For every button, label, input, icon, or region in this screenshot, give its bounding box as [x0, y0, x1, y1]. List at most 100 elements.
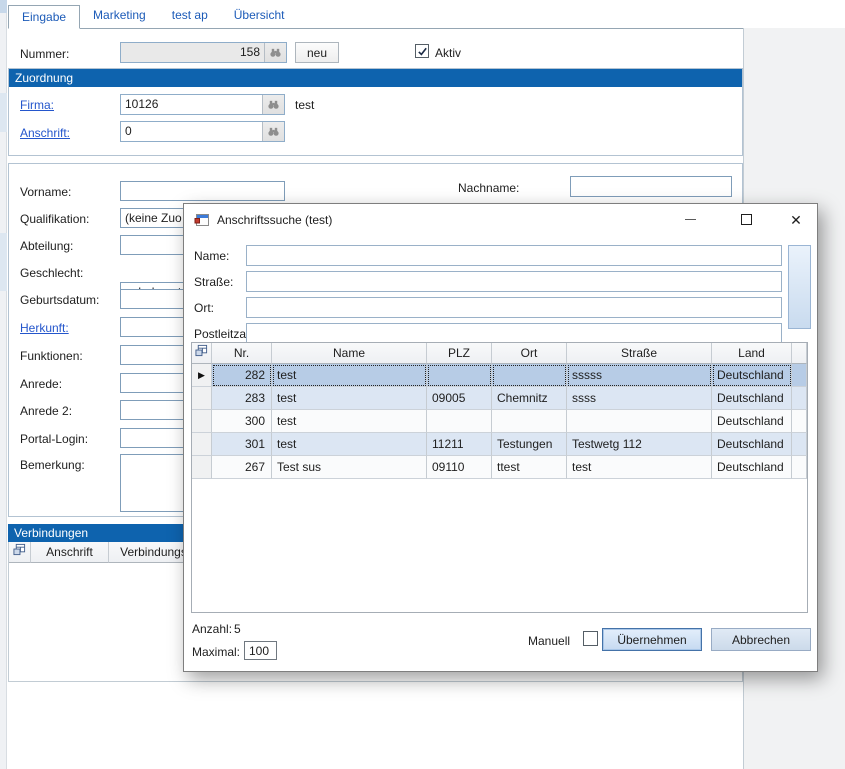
grid-col-filler[interactable] [792, 343, 807, 364]
uebernehmen-button[interactable]: Übernehmen [602, 628, 702, 651]
grid-cell[interactable] [792, 410, 807, 433]
aktiv-checkbox[interactable] [415, 44, 429, 58]
minimize-button[interactable] [679, 210, 701, 229]
table-row[interactable]: 283test09005ChemnitzssssDeutschland [192, 387, 807, 410]
row-selector[interactable]: ▶ [192, 364, 212, 387]
search-scroll-button[interactable] [788, 245, 811, 329]
grid-customize-icon[interactable] [9, 542, 31, 563]
grid-cell[interactable] [792, 387, 807, 410]
grid-cell[interactable]: Deutschland [712, 364, 792, 387]
docked-panel-strip[interactable] [0, 0, 7, 769]
grid-cell[interactable] [567, 410, 712, 433]
grid-cell[interactable]: test [272, 364, 427, 387]
manuell-checkbox[interactable] [583, 631, 598, 646]
grid-cell[interactable]: ttest [492, 456, 567, 479]
firma-value: 10126 [121, 95, 262, 114]
table-row[interactable]: 301test11211TestungenTestwetg 112Deutsch… [192, 433, 807, 456]
grid-cell[interactable]: test [272, 410, 427, 433]
nummer-field[interactable]: 158 [120, 42, 287, 63]
row-selector[interactable] [192, 456, 212, 479]
anschrift-field[interactable]: 0 [120, 121, 285, 142]
grid-cell[interactable] [492, 410, 567, 433]
grid-cell[interactable] [427, 364, 492, 387]
tab-übersicht[interactable]: Übersicht [221, 4, 298, 28]
grid-cell[interactable]: 09005 [427, 387, 492, 410]
dialog-input-name[interactable] [246, 245, 782, 266]
field-label-herkunft[interactable]: Herkunft: [20, 321, 69, 335]
grid-cell[interactable] [427, 410, 492, 433]
tab-marketing[interactable]: Marketing [80, 4, 159, 28]
grid-cell[interactable]: 09110 [427, 456, 492, 479]
grid-cell[interactable]: 300 [212, 410, 272, 433]
grid-col-plz[interactable]: PLZ [427, 343, 492, 364]
maximize-button[interactable] [735, 210, 757, 229]
grid-cell[interactable]: sssss [567, 364, 712, 387]
neu-button[interactable]: neu [295, 42, 339, 63]
binoculars-icon[interactable] [262, 122, 284, 141]
grid-cell[interactable]: Deutschland [712, 410, 792, 433]
dialog-input-postleitzahl[interactable] [246, 323, 782, 344]
grid-cell[interactable]: Deutschland [712, 456, 792, 479]
firma-name-text: test [295, 98, 314, 112]
field-input-vorname[interactable] [120, 181, 285, 201]
maximal-input[interactable] [244, 641, 277, 660]
firma-field[interactable]: 10126 [120, 94, 285, 115]
maximal-label: Maximal: [192, 645, 240, 659]
row-selector[interactable] [192, 387, 212, 410]
anzahl-value: 5 [234, 622, 241, 636]
grid-col-nr[interactable]: Nr. [212, 343, 272, 364]
table-row[interactable]: 267Test sus09110ttesttestDeutschland [192, 456, 807, 479]
firma-link[interactable]: Firma: [20, 98, 54, 112]
field-label-funktionen: Funktionen: [20, 349, 83, 363]
field-label-anrede: Anrede: [20, 377, 62, 391]
anschrift-link[interactable]: Anschrift: [20, 126, 70, 140]
nachname-input[interactable] [570, 176, 732, 197]
grid-cell[interactable] [792, 456, 807, 479]
field-label-qualifikation: Qualifikation: [20, 212, 89, 226]
tab-eingabe[interactable]: Eingabe [8, 5, 80, 29]
dialog-input-ort[interactable] [246, 297, 782, 318]
close-button[interactable]: ✕ [785, 210, 807, 229]
grid-customize-icon[interactable] [192, 343, 212, 364]
grid-cell[interactable] [792, 433, 807, 456]
grid-cell[interactable]: test [272, 387, 427, 410]
window-icon [194, 212, 210, 228]
grid-cell[interactable]: Deutschland [712, 387, 792, 410]
dialog-title: Anschriftssuche (test) [217, 213, 332, 227]
grid-cell[interactable]: 283 [212, 387, 272, 410]
grid-cell[interactable]: Testungen [492, 433, 567, 456]
grid-cell[interactable]: Test sus [272, 456, 427, 479]
grid-cell[interactable] [492, 364, 567, 387]
grid-cell[interactable]: test [567, 456, 712, 479]
row-selector[interactable] [192, 410, 212, 433]
grid-cell[interactable]: 282 [212, 364, 272, 387]
grid-cell[interactable]: ssss [567, 387, 712, 410]
abbrechen-button[interactable]: Abbrechen [711, 628, 811, 651]
grid-col-ort[interactable]: Ort [492, 343, 567, 364]
table-row[interactable]: ▶282test sssssDeutschland [192, 364, 807, 387]
verbindungen-col-anschrift[interactable]: Anschrift [31, 542, 109, 563]
field-label-geburtsdatum: Geburtsdatum: [20, 293, 99, 307]
grid-cell[interactable]: 267 [212, 456, 272, 479]
grid-col-straße[interactable]: Straße [567, 343, 712, 364]
zuordnung-header: Zuordnung [9, 69, 742, 87]
grid-cell[interactable]: 11211 [427, 433, 492, 456]
table-row[interactable]: 300test Deutschland [192, 410, 807, 433]
results-grid[interactable]: Nr.NamePLZOrtStraßeLand▶282testsssssDeut… [191, 342, 808, 613]
row-selector[interactable] [192, 433, 212, 456]
dialog-label-name: Name: [194, 249, 229, 263]
grid-col-land[interactable]: Land [712, 343, 792, 364]
grid-cell[interactable]: test [272, 433, 427, 456]
grid-cell[interactable]: Testwetg 112 [567, 433, 712, 456]
grid-cell[interactable]: Chemnitz [492, 387, 567, 410]
binoculars-icon[interactable] [264, 43, 286, 62]
grid-col-name[interactable]: Name [272, 343, 427, 364]
binoculars-icon[interactable] [262, 95, 284, 114]
tab-bar: EingabeMarketingtest apÜbersicht [8, 4, 743, 29]
tab-test-ap[interactable]: test ap [159, 4, 221, 28]
grid-cell[interactable]: 301 [212, 433, 272, 456]
dialog-input-straße[interactable] [246, 271, 782, 292]
grid-cell[interactable] [792, 364, 807, 387]
dialog-title-bar[interactable]: Anschriftssuche (test) [184, 204, 817, 235]
grid-cell[interactable]: Deutschland [712, 433, 792, 456]
